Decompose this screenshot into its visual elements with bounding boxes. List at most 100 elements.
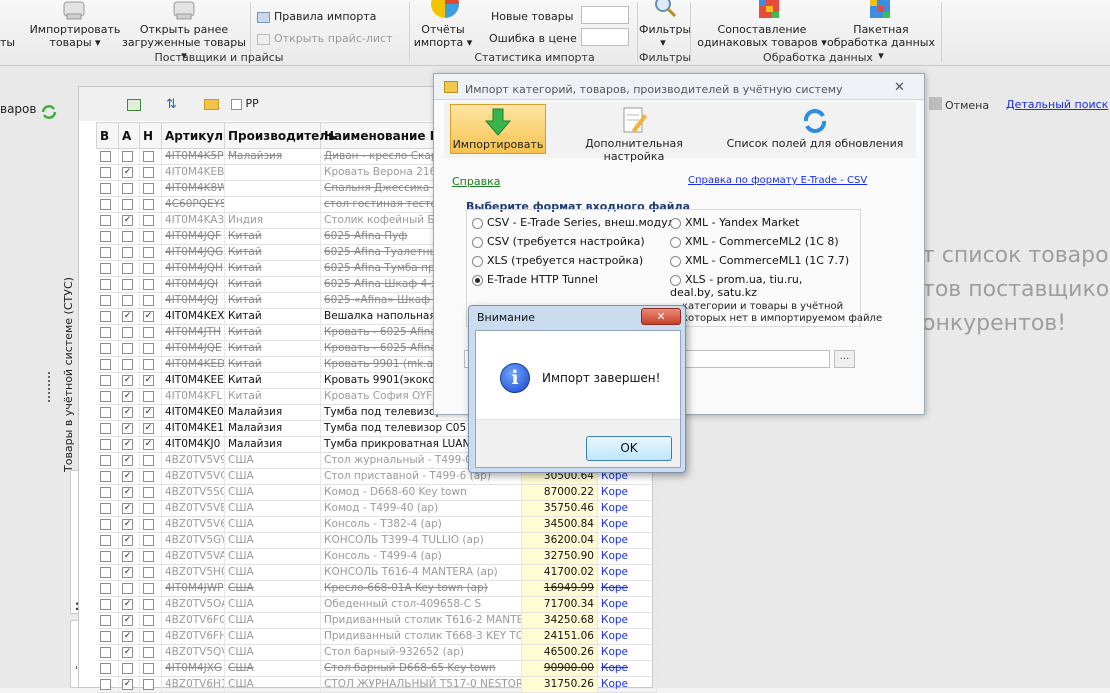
row-checkbox-b[interactable] (96, 628, 119, 645)
row-checkbox-a[interactable]: ✓ (118, 452, 140, 469)
competitor-link[interactable]: Коре (597, 644, 657, 661)
ok-button[interactable]: OK (586, 436, 672, 461)
row-checkbox-n[interactable] (139, 484, 162, 501)
format-option[interactable]: CSV - E-Trade Series, внеш.модуль (472, 216, 681, 229)
import-goods-button[interactable]: Импортировать товары ▾ (26, 23, 124, 49)
tab-system-goods[interactable]: Товары в учётной системе (СТУС) (62, 262, 75, 472)
row-checkbox-a[interactable] (118, 180, 140, 197)
row-checkbox-a[interactable]: ✓ (118, 388, 140, 405)
competitor-link[interactable]: Коре (597, 516, 657, 533)
row-checkbox-n[interactable] (139, 532, 162, 549)
row-checkbox-n[interactable] (139, 596, 162, 613)
row-checkbox-b[interactable] (96, 660, 119, 677)
row-checkbox-b[interactable] (96, 436, 119, 453)
row-checkbox-n[interactable] (139, 548, 162, 565)
open-price-list-button[interactable]: Открыть прайс-лист (257, 32, 392, 45)
row-checkbox-a[interactable]: ✓ (118, 404, 140, 421)
radio-button[interactable] (670, 274, 681, 286)
row-checkbox-n[interactable] (139, 388, 162, 405)
competitor-link[interactable]: Коре (597, 548, 657, 565)
row-checkbox-b[interactable] (96, 148, 119, 165)
ribbon-fragment-left[interactable]: ты (0, 36, 15, 49)
competitor-link[interactable]: Коре (597, 580, 657, 597)
row-checkbox-b[interactable] (96, 260, 119, 277)
row-checkbox-b[interactable] (96, 292, 119, 309)
competitor-link[interactable]: Коре (597, 500, 657, 517)
table-row[interactable]: ✓ 4BZ0TV5SG США Комод - D668-60 Key town 870… (96, 484, 657, 501)
row-checkbox-a[interactable]: ✓ (118, 564, 140, 581)
update-fields-button[interactable]: Список полей для обновления (726, 104, 904, 154)
row-checkbox-a[interactable]: ✓ (118, 596, 140, 613)
radio-button[interactable] (670, 255, 681, 267)
row-checkbox-n[interactable] (139, 660, 162, 677)
row-checkbox-b[interactable] (96, 580, 119, 597)
row-checkbox-n[interactable] (139, 212, 162, 229)
row-checkbox-b[interactable] (96, 372, 119, 389)
row-checkbox-n[interactable] (139, 292, 162, 309)
table-row[interactable]: ✓ 4BZ0TV6FG США Придиванный столик T616-2 M… (96, 612, 657, 629)
column-header[interactable]: Артикул (161, 122, 225, 149)
row-checkbox-n[interactable] (139, 516, 162, 533)
row-checkbox-n[interactable] (139, 676, 162, 693)
format-option[interactable]: XML - CommerceML2 (1С 8) (670, 235, 839, 248)
browse-button[interactable]: ... (834, 350, 855, 368)
row-checkbox-n[interactable] (139, 452, 162, 469)
format-option[interactable]: XLS (требуется настройка) (472, 254, 643, 267)
filters-button[interactable]: Фильтры ▾ (639, 23, 691, 49)
row-checkbox-n[interactable] (139, 612, 162, 629)
row-checkbox-a[interactable] (118, 660, 140, 677)
row-checkbox-b[interactable] (96, 212, 119, 229)
row-checkbox-a[interactable]: ✓ (118, 436, 140, 453)
row-checkbox-a[interactable] (118, 580, 140, 597)
radio-button[interactable] (670, 236, 681, 248)
row-checkbox-n[interactable] (139, 148, 162, 165)
radio-button[interactable] (472, 255, 483, 267)
row-checkbox-n[interactable] (139, 276, 162, 293)
table-row[interactable]: ✓ 4BZ0TV5VB США Комод - T499-40 (ар) 35750.4… (96, 500, 657, 517)
competitor-link[interactable]: Коре (597, 532, 657, 549)
row-checkbox-n[interactable] (139, 196, 162, 213)
row-checkbox-n[interactable] (139, 244, 162, 261)
row-checkbox-a[interactable] (118, 148, 140, 165)
row-checkbox-b[interactable] (96, 500, 119, 517)
row-checkbox-n[interactable]: ✓ (139, 420, 162, 437)
row-checkbox-b[interactable] (96, 596, 119, 613)
row-checkbox-n[interactable]: ✓ (139, 308, 162, 325)
row-checkbox-a[interactable] (118, 324, 140, 341)
close-icon[interactable]: ✕ (894, 80, 905, 95)
row-checkbox-a[interactable]: ✓ (118, 516, 140, 533)
price-error-field[interactable] (581, 28, 629, 46)
row-checkbox-a[interactable] (118, 228, 140, 245)
column-header[interactable]: Производитель (224, 122, 336, 149)
row-checkbox-a[interactable] (118, 276, 140, 293)
row-checkbox-a[interactable]: ✓ (118, 372, 140, 389)
new-goods-field[interactable] (581, 6, 629, 24)
table-row[interactable]: ✓ 4BZ0TV5GY США КОНСОЛЬ T399-4 TULLIO (ар) 3… (96, 532, 657, 549)
format-option[interactable]: E-Trade HTTP Tunnel (472, 273, 598, 286)
cancel-button[interactable]: Отмена (945, 99, 989, 112)
row-checkbox-b[interactable] (96, 388, 119, 405)
import-button[interactable]: Импортировать (450, 104, 546, 154)
table-row[interactable]: ✓ 4BZ0TV6FH США Придиванный столик T668-3 K… (96, 628, 657, 645)
reports-button[interactable]: Отчёты импорта ▾ (413, 23, 473, 49)
row-checkbox-n[interactable] (139, 356, 162, 373)
table-row[interactable]: ✓ 4BZ0TV5OA США Обеденный стол-409658-C S 71… (96, 596, 657, 613)
format-option[interactable]: XLS - prom.ua, tiu.ru, deal.by, satu.kz (670, 273, 830, 299)
row-checkbox-a[interactable]: ✓ (118, 500, 140, 517)
splitter-handle[interactable] (48, 372, 51, 402)
competitor-link[interactable]: Коре (597, 564, 657, 581)
row-checkbox-b[interactable] (96, 244, 119, 261)
row-checkbox-a[interactable]: ✓ (118, 484, 140, 501)
row-checkbox-a[interactable] (118, 196, 140, 213)
row-checkbox-n[interactable] (139, 164, 162, 181)
row-checkbox-b[interactable] (96, 676, 119, 693)
row-checkbox-n[interactable] (139, 500, 162, 517)
row-checkbox-b[interactable] (96, 532, 119, 549)
format-option[interactable]: CSV (требуется настройка) (472, 235, 645, 248)
row-checkbox-a[interactable]: ✓ (118, 468, 140, 485)
row-checkbox-a[interactable] (118, 340, 140, 357)
row-checkbox-n[interactable]: ✓ (139, 436, 162, 453)
row-checkbox-b[interactable] (96, 164, 119, 181)
compare-button[interactable]: Сопоставление одинаковых товаров ▾ (697, 23, 827, 49)
row-checkbox-a[interactable]: ✓ (118, 212, 140, 229)
